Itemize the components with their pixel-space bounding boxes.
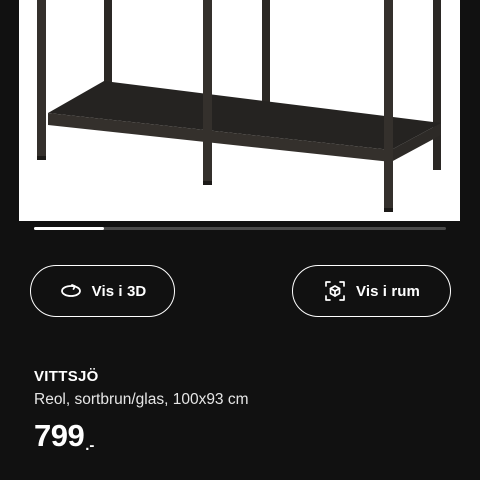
product-name[interactable]: VITTSJÖ xyxy=(34,368,99,385)
back-leg-left xyxy=(104,0,112,82)
product-description: Reol, sortbrun/glas, 100x93 cm xyxy=(34,391,249,408)
back-leg-right xyxy=(433,0,441,170)
shelf-illustration xyxy=(37,0,441,212)
view-3d-button[interactable]: Vis i 3D xyxy=(30,265,175,317)
back-leg-middle xyxy=(262,0,270,108)
price-suffix: .- xyxy=(85,437,95,454)
front-leg-right xyxy=(384,0,393,212)
foot-middle xyxy=(203,181,212,185)
front-leg-middle xyxy=(203,0,212,185)
foot-left xyxy=(37,156,46,160)
view-room-button[interactable]: Vis i rum xyxy=(292,265,451,317)
view-3d-label: Vis i 3D xyxy=(91,282,147,300)
view-room-label: Vis i rum xyxy=(356,282,420,300)
front-leg-left xyxy=(37,0,46,160)
foot-right xyxy=(384,208,393,212)
gallery-progress-track[interactable] xyxy=(34,227,446,230)
ar-room-icon xyxy=(323,279,347,303)
product-price: 799 .- xyxy=(34,418,94,454)
price-amount: 799 xyxy=(34,418,85,453)
product-image[interactable] xyxy=(19,0,460,221)
gallery-progress-fill xyxy=(34,227,105,230)
product-screen: Vis i 3D Vis i rum VITTSJÖ Reol, sortbru… xyxy=(0,0,480,480)
rotate-3d-icon xyxy=(59,279,83,303)
